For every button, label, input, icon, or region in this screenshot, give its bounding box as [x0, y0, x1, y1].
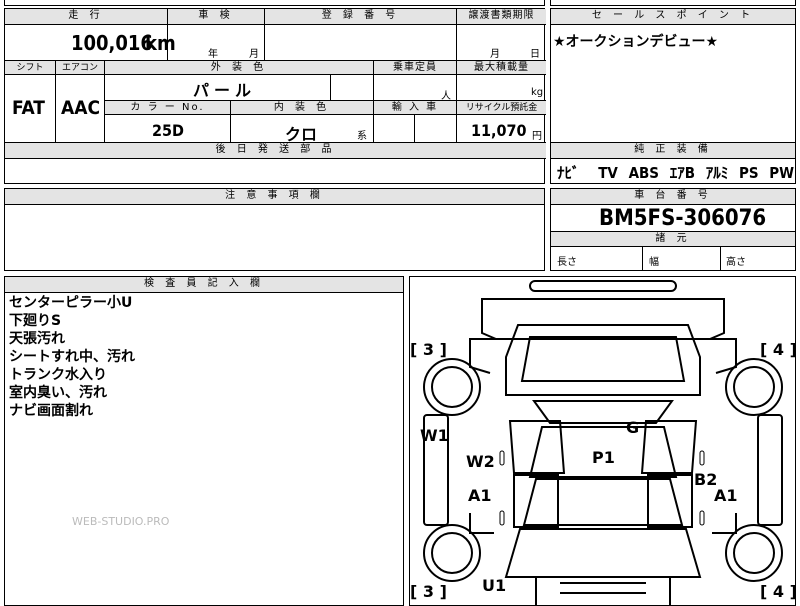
top-strip-right	[550, 0, 796, 6]
note-line: シートすれ中、汚れ	[9, 349, 135, 365]
equipment-item: ｱﾙﾐ	[705, 164, 729, 182]
equipment-item: PS	[738, 164, 759, 182]
sales-point-label: セ ー ル ス ポ イ ン ト	[551, 9, 795, 25]
interior-suffix: 系	[357, 131, 367, 142]
car-diagram-box: [ 3 ] [ 4 ] [ 3 ] [ 4 ] W1 G W2 P1 B2 A1…	[409, 276, 796, 606]
transfer-deadline-label: 譲渡書類期限	[457, 9, 546, 25]
inspection-year: 年	[208, 49, 218, 60]
capacity-label: 乗車定員	[374, 61, 456, 75]
car-diagram: [ 3 ] [ 4 ] [ 3 ] [ 4 ] W1 G W2 P1 B2 A1…	[410, 280, 795, 605]
mark-u1: U1	[482, 576, 506, 595]
mark-a1-left: A1	[468, 486, 492, 505]
equipment-item: TV	[598, 164, 618, 182]
height-label: 高さ	[726, 257, 746, 268]
sales-point-box: セ ー ル ス ポ イ ン ト ★オークションデビュー★ 純 正 装 備 ﾅﾋﾞ…	[550, 8, 796, 184]
equipment-item: ABS	[628, 164, 660, 182]
maxload-unit: kg	[531, 87, 544, 98]
note-line: センターピラー小U	[9, 295, 133, 311]
sales-point-text: ★オークションデビュー★	[553, 34, 719, 50]
watermark: WEB-STUDIO.PRO	[72, 515, 170, 528]
note-line: トランク水入り	[9, 367, 107, 383]
caution-label: 注 意 事 項 欄	[5, 189, 544, 205]
colorno-value: 25D	[152, 121, 184, 140]
note-line: 天張汚れ	[9, 331, 65, 347]
maxload-label: 最大積載量	[457, 61, 546, 75]
note-line: 下廻りS	[9, 313, 62, 329]
equipment-item: ｴｱB	[669, 164, 696, 182]
recycle-value: 11,070	[471, 121, 527, 140]
color-label: 外 装 色	[105, 61, 373, 75]
mark-p1: P1	[592, 448, 615, 467]
top-strip	[4, 0, 545, 6]
mileage-value: 100,016	[71, 31, 153, 55]
inspection-label: 車 検	[168, 9, 264, 25]
parts-label: 後 日 発 送 部 品	[5, 143, 546, 159]
chassis-label: 車 台 番 号	[551, 189, 795, 205]
colorno-label: カ ラ ー No.	[105, 101, 230, 115]
mileage-label: 走 行	[5, 9, 167, 25]
transfer-month: 月	[490, 49, 500, 60]
equipment-list: ﾅﾋﾞ TV ABS ｴｱB ｱﾙﾐ PS PW	[557, 162, 794, 183]
shift-label: シフト	[5, 61, 55, 75]
transfer-day: 日	[530, 49, 540, 60]
inspector-notes: センターピラー小U 下廻りS 天張汚れ シートすれ中、汚れ トランク水入り 室内…	[9, 294, 135, 420]
color-value: パ ー ル	[193, 81, 252, 100]
mark-a1-right: A1	[714, 486, 738, 505]
mark-w2: W2	[466, 452, 495, 471]
import-label: 輸 入 車	[374, 101, 456, 115]
equipment-item: PW	[769, 164, 795, 182]
registration-label: 登 録 番 号	[265, 9, 456, 25]
chassis-number: BM5FS-306076	[599, 206, 767, 231]
mark-tr: [ 4 ]	[760, 340, 795, 359]
chassis-box: 車 台 番 号 BM5FS-306076 諸 元 長さ 幅 高さ	[550, 188, 796, 271]
note-line: ナビ画面割れ	[9, 403, 93, 419]
note-line: 室内臭い、汚れ	[9, 385, 107, 401]
vehicle-info-table: 走 行 車 検 登 録 番 号 譲渡書類期限 100,016 km 年 月 月 …	[4, 8, 546, 184]
mark-br: [ 4 ]	[760, 582, 795, 601]
mileage-unit: km	[145, 31, 176, 55]
mark-g: G	[626, 418, 639, 437]
inspector-box: 検 査 員 記 入 欄 センターピラー小U 下廻りS 天張汚れ シートすれ中、汚…	[4, 276, 404, 606]
shift-value: FAT	[12, 97, 45, 119]
mark-w1: W1	[420, 426, 449, 445]
equipment-label: 純 正 装 備	[551, 143, 795, 159]
interior-label: 内 装 色	[231, 101, 373, 115]
mark-tl: [ 3 ]	[410, 340, 447, 359]
inspector-label: 検 査 員 記 入 欄	[5, 277, 403, 293]
dims-label: 諸 元	[551, 232, 795, 247]
recycle-unit: 円	[532, 131, 542, 142]
recycle-label: リサイクル預託金	[457, 101, 546, 115]
length-label: 長さ	[557, 257, 577, 268]
aircon-label: エアコン	[56, 61, 104, 75]
aircon-value: AAC	[61, 97, 101, 119]
equipment-item: ﾅﾋﾞ	[557, 164, 580, 182]
mark-bl: [ 3 ]	[410, 582, 447, 601]
caution-box: 注 意 事 項 欄	[4, 188, 545, 271]
width-label: 幅	[649, 257, 659, 268]
inspection-month: 月	[249, 49, 259, 60]
